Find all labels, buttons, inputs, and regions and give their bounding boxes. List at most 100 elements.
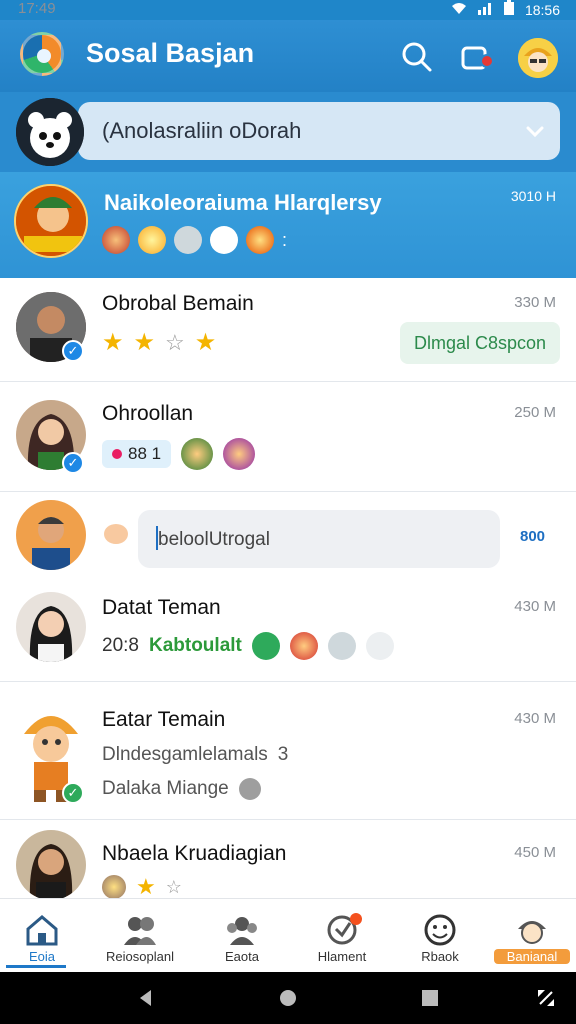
status-icons: 18:56 [451,0,560,19]
action-button[interactable]: Dlmgal C8spcon [400,322,560,364]
home-circle-icon[interactable] [278,988,298,1008]
rating-stars: ★ ★ ☆ ★ [102,328,216,357]
nav-notifications[interactable]: Hlament [294,899,390,973]
home-icon [24,913,60,947]
smiley-icon [422,913,458,947]
featured-chat[interactable]: Naikoleoraiuma Hlarqlersy 3010 H : [0,172,576,278]
bottom-navigation: Eoia Reiosoplanl Eaota Hlament Rbaok Ban… [0,898,576,972]
featured-time: 3010 H [510,188,556,204]
sparkle-icon [138,226,166,254]
account-avatar[interactable] [16,98,84,166]
system-navigation [0,972,576,1024]
message-time: 430 M [514,710,556,727]
signal-icon [477,1,493,18]
featured-extra: : [282,229,288,250]
heart-icon[interactable] [104,524,128,544]
avatar-icon [514,913,550,947]
nav-groups-label: Eaota [225,949,259,964]
check-badge-icon [251,632,280,660]
chat-bubble-icon [365,632,394,660]
notification-badge [480,54,494,68]
preview-highlight: Kabtoulalt [148,635,242,656]
group-icon [224,913,260,947]
active-indicator [6,965,66,968]
list-item[interactable]: ✓ Ohroollan 250 M 88 1 [0,382,576,492]
nav-friends[interactable]: Reiosoplanl [92,899,188,973]
friend-avatar-icon [223,438,256,470]
avatar [16,500,86,570]
ball-icon [102,226,130,254]
preview-line1: Dlndesgamlelamals [102,744,268,765]
preview-line1-suffix: 3 [277,744,289,765]
list-item[interactable]: Datat Teman 430 M 20:8 Kabtoulalt [0,576,576,682]
nav-feed-label: Rbaok [421,949,459,964]
nav-groups[interactable]: Eaota [194,899,290,973]
contact-name: Eatar Temain [102,708,226,731]
verified-icon: ✓ [62,340,84,362]
reaction-chip[interactable]: 88 1 [102,440,172,468]
avatar [16,830,86,900]
message-preview-line2: Dalaka Miange [102,778,261,800]
wifi-icon [451,1,467,18]
back-icon[interactable] [136,988,156,1008]
gear-icon [238,778,261,800]
verified-icon: ✓ [62,782,84,804]
contact-name: Nbaela Kruadiagian [102,842,287,865]
nav-friends-label: Reiosoplanl [106,949,174,964]
people-icon [122,913,158,947]
contact-name: Ohroollan [102,402,194,425]
app-title: Sosal Basjan [86,38,255,68]
account-dropdown[interactable]: (Anolasraliin oDorah [78,102,560,160]
preview-prefix: 20:8 [102,635,139,656]
recents-icon[interactable] [420,988,440,1008]
contact-name: Obrobal Bemain [102,292,254,315]
compose-count: 800 [520,528,546,545]
nav-notifications-label: Hlament [317,949,367,964]
battery-icon [503,0,515,19]
reaction-chip-text: 88 1 [128,444,162,463]
reaction-row: 88 1 [102,438,256,470]
mascot-icon [102,875,126,899]
list-item[interactable]: ✓ Obrobal Bemain 330 M ★ ★ ☆ ★ Dlmgal C8… [0,278,576,382]
star-icon: ★ [194,329,217,356]
account-row: (Anolasraliin oDorah [0,92,576,172]
featured-name: Naikoleoraiuma Hlarqlersy [104,190,382,215]
face-icon [246,226,274,254]
list-item[interactable]: Nbaela Kruadiagian 450 M ★ ☆ [0,820,576,900]
status-bar: 17:49 18:56 [0,0,576,20]
nav-profile[interactable]: Banianal [484,899,576,973]
star-icon: ★ [102,329,124,356]
screen-expand-icon[interactable] [536,988,556,1008]
nav-feed[interactable]: Rbaok [392,899,488,973]
nav-home[interactable]: Eoia [0,899,90,973]
message-time: 330 M [514,294,556,311]
hand-icon [327,632,356,660]
message-preview: 20:8 Kabtoulalt [102,632,394,660]
list-item[interactable]: ✓ Eatar Temain 430 M Dlndesgamlelamals 3… [0,682,576,820]
nav-home-label: Eoia [28,949,56,964]
message-time: 430 M [514,598,556,615]
featured-avatar [14,184,88,258]
app-logo[interactable] [20,32,64,76]
message-time: 250 M [514,404,556,421]
avatar [16,592,86,662]
contact-name: Datat Teman [102,596,221,619]
search-icon[interactable] [400,40,434,74]
nav-profile-label: Banianal [494,949,570,964]
star-icon: ★ [133,329,156,356]
message-compose-field[interactable]: beloolUtrogal [138,510,500,568]
mascot-icon [289,632,318,660]
app-bar: Sosal Basjan [0,20,576,92]
list-item[interactable]: beloolUtrogal 800 [0,492,576,576]
reaction-row: ★ ☆ [102,874,182,900]
compose-text: beloolUtrogal [158,529,270,550]
featured-emoji-row: : [102,226,287,254]
profile-avatar[interactable] [518,38,558,78]
verified-icon: ✓ [62,452,84,474]
chat-bubble-icon [210,226,238,254]
message-time: 450 M [514,844,556,861]
chevron-down-icon [524,120,546,142]
notification-badge [350,913,362,925]
star-outline-icon: ☆ [165,329,185,355]
hand-icon [174,226,202,254]
